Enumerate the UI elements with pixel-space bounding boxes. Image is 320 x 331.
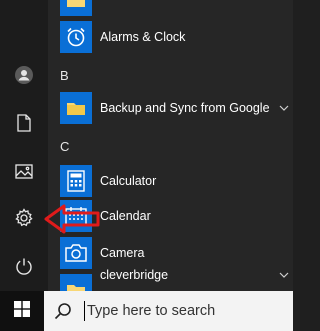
app-label: cleverbridge [100, 268, 169, 282]
app-item-cleverbridge[interactable]: cleverbridge [48, 268, 293, 291]
start-menu-rail [0, 0, 48, 291]
picture-icon [15, 163, 33, 179]
power-icon [15, 257, 33, 275]
app-label: Calculator [100, 174, 157, 188]
app-item-calculator[interactable]: Calculator [48, 163, 293, 199]
pictures-button[interactable] [0, 151, 48, 191]
section-letter-b[interactable]: B [60, 68, 69, 83]
document-icon [16, 114, 32, 132]
annotation-arrow [44, 204, 100, 234]
app-label: Camera [100, 246, 145, 260]
section-letter-c[interactable]: C [60, 139, 69, 154]
chevron-down-icon[interactable] [279, 270, 289, 280]
app-item-backup-and-sync[interactable]: Backup and Sync from Google [48, 90, 293, 126]
app-item-camera[interactable]: Camera [48, 235, 293, 271]
start-button[interactable] [0, 291, 44, 331]
app-item-alarms-clock[interactable]: Alarms & Clock [48, 19, 293, 55]
text-caret [84, 301, 85, 321]
app-list: Alarms & Clock B Backup and Sync from Go… [48, 0, 293, 291]
app-label: Alarms & Clock [100, 30, 186, 44]
folder-icon [60, 274, 92, 291]
search-icon [54, 302, 72, 325]
taskbar-search-box[interactable] [44, 291, 293, 331]
user-account-button[interactable] [0, 55, 48, 95]
gear-icon [14, 208, 34, 228]
user-avatar-icon [14, 65, 34, 85]
documents-button[interactable] [0, 103, 48, 143]
alarm-clock-icon [60, 21, 92, 53]
power-button[interactable] [0, 246, 48, 286]
settings-button[interactable] [0, 198, 48, 238]
search-input[interactable] [87, 299, 287, 323]
windows-logo-icon [14, 300, 30, 322]
folder-icon [60, 92, 92, 124]
chevron-down-icon[interactable] [279, 103, 289, 113]
camera-icon [60, 237, 92, 269]
app-label: Calendar [100, 209, 151, 223]
calculator-icon [60, 165, 92, 197]
folder-icon [60, 0, 92, 16]
app-item-hidden-folder[interactable] [48, 0, 293, 18]
taskbar [0, 291, 293, 331]
app-label: Backup and Sync from Google [100, 101, 270, 115]
